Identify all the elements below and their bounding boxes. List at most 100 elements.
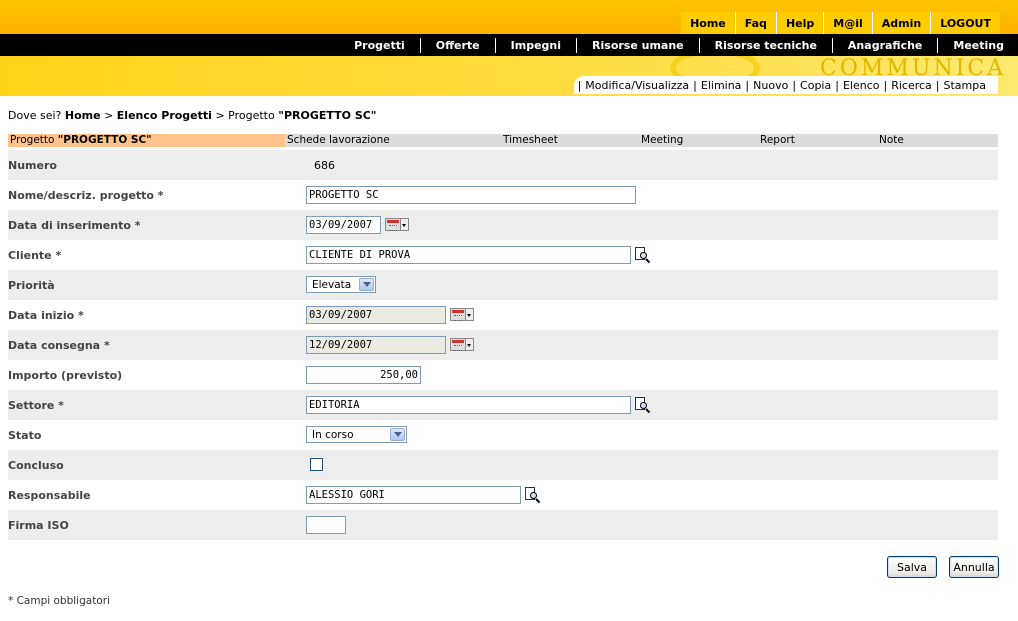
breadcrumb-current-name: "PROGETTO SC" [278, 109, 377, 122]
dropdown-arrow-icon [466, 307, 474, 321]
main-nav: Progetti Offerte Impegni Risorse umane R… [0, 34, 1018, 56]
main-nav-meeting[interactable]: Meeting [937, 37, 1010, 53]
settore-input[interactable] [306, 396, 631, 414]
concluso-label: Concluso [8, 459, 64, 472]
data-inserimento-input[interactable] [306, 216, 381, 234]
form-row-data-inizio: Data inizio * [8, 300, 998, 330]
breadcrumb: Dove sei? Home > Elenco Progetti > Proge… [8, 109, 377, 122]
responsabile-lookup-button[interactable] [524, 487, 542, 504]
sub-nav-modifica[interactable]: Modifica/Visualizza [581, 79, 693, 92]
cliente-label: Cliente * [8, 249, 62, 262]
sub-nav-copia[interactable]: Copia [796, 79, 835, 92]
priorita-label: Priorità [8, 279, 55, 292]
stato-select[interactable]: In corso [306, 426, 407, 443]
responsabile-label: Responsabile [8, 489, 91, 502]
tab-bar: Progetto "PROGETTO SC" Schede lavorazion… [8, 134, 998, 147]
main-nav-risorse-umane[interactable]: Risorse umane [576, 37, 699, 53]
form-row-numero: Numero 686 [8, 150, 998, 180]
calendar-icon [385, 217, 401, 231]
form-row-firma-iso: Firma ISO [8, 510, 998, 540]
numero-value: 686 [314, 159, 335, 172]
sub-nav-elenco[interactable]: Elenco [839, 79, 884, 92]
cliente-input[interactable] [306, 246, 631, 264]
main-nav-progetti[interactable]: Progetti [339, 38, 420, 53]
data-inizio-input[interactable] [306, 306, 446, 324]
chevron-down-icon [359, 278, 374, 291]
breadcrumb-home[interactable]: Home [65, 109, 101, 122]
tab-timesheet[interactable]: Timesheet [501, 134, 558, 147]
tab-progetto-prefix: Progetto [10, 134, 55, 146]
data-inizio-calendar-button[interactable] [450, 307, 474, 323]
required-fields-note: * Campi obbligatori [8, 595, 110, 607]
form-row-cliente: Cliente * [8, 240, 998, 270]
priorita-select-value: Elevata [312, 278, 352, 291]
cancel-button[interactable]: Annulla [949, 556, 999, 578]
main-nav-anagrafiche[interactable]: Anagrafiche [831, 37, 937, 53]
priorita-select[interactable]: Elevata [306, 276, 376, 293]
form-row-data-inserimento: Data di inserimento * [8, 210, 998, 240]
tab-note[interactable]: Note [877, 134, 904, 147]
breadcrumb-current-prefix: Progetto [228, 109, 275, 122]
stato-label: Stato [8, 429, 42, 442]
tab-schede-lavorazione[interactable]: Schede lavorazione [285, 134, 390, 147]
importo-label: Importo (previsto) [8, 369, 123, 382]
data-inserimento-label: Data di inserimento * [8, 219, 141, 232]
sub-nav: | Modifica/Visualizza | Elimina | Nuovo … [573, 76, 998, 94]
data-consegna-input[interactable] [306, 336, 446, 354]
main-nav-risorse-tecniche[interactable]: Risorse tecniche [698, 37, 832, 53]
top-nav: Home Faq Help M@il Admin LOGOUT [681, 12, 1000, 34]
cliente-lookup-button[interactable] [634, 247, 652, 264]
calendar-icon [450, 307, 466, 321]
sub-nav-elimina[interactable]: Elimina [697, 79, 746, 92]
nome-label: Nome/descriz. progetto * [8, 189, 164, 202]
main-nav-offerte[interactable]: Offerte [419, 37, 495, 53]
tab-progetto[interactable]: Progetto "PROGETTO SC" [8, 134, 285, 147]
form-row-priorita: Priorità Elevata [8, 270, 998, 300]
settore-label: Settore * [8, 399, 64, 412]
top-nav-admin[interactable]: Admin [871, 12, 931, 34]
data-consegna-calendar-button[interactable] [450, 337, 474, 353]
header-bar: Home Faq Help M@il Admin LOGOUT [0, 0, 1018, 34]
form-row-importo: Importo (previsto) [8, 360, 998, 390]
top-nav-help[interactable]: Help [775, 12, 824, 34]
top-nav-mail[interactable]: M@il [823, 12, 872, 34]
sub-nav-nuovo[interactable]: Nuovo [749, 79, 792, 92]
top-nav-faq[interactable]: Faq [734, 12, 776, 34]
firma-iso-input[interactable] [306, 516, 346, 534]
dropdown-arrow-icon [466, 337, 474, 351]
sub-nav-ricerca[interactable]: Ricerca [887, 79, 936, 92]
numero-label: Numero [8, 159, 57, 172]
importo-input[interactable] [306, 366, 421, 384]
app: Home Faq Help M@il Admin LOGOUT Progetti… [0, 0, 1018, 621]
settore-lookup-button[interactable] [634, 397, 652, 414]
top-nav-logout[interactable]: LOGOUT [930, 12, 1000, 34]
nome-input[interactable] [306, 186, 636, 204]
concluso-checkbox[interactable] [310, 458, 323, 471]
tab-report[interactable]: Report [758, 134, 795, 147]
data-consegna-label: Data consegna * [8, 339, 110, 352]
project-form: Numero 686 Nome/descriz. progetto * Data… [8, 150, 998, 540]
form-row-settore: Settore * [8, 390, 998, 420]
form-row-concluso: Concluso [8, 450, 998, 480]
breadcrumb-elenco-progetti[interactable]: Elenco Progetti [117, 109, 212, 122]
save-button[interactable]: Salva [887, 556, 937, 578]
sub-nav-stampa[interactable]: Stampa [940, 79, 990, 92]
stato-select-value: In corso [312, 428, 354, 441]
form-row-nome: Nome/descriz. progetto * [8, 180, 998, 210]
calendar-icon [450, 337, 466, 351]
banner: COMMUNICA | Modifica/Visualizza | Elimin… [0, 56, 1018, 96]
data-inserimento-calendar-button[interactable] [385, 217, 409, 233]
dropdown-arrow-icon [401, 217, 409, 231]
top-nav-home[interactable]: Home [681, 12, 735, 34]
form-row-data-consegna: Data consegna * [8, 330, 998, 360]
breadcrumb-prefix: Dove sei? [8, 109, 62, 122]
firma-iso-label: Firma ISO [8, 519, 69, 532]
main-nav-impegni[interactable]: Impegni [494, 37, 576, 53]
tab-progetto-name: "PROGETTO SC" [57, 134, 152, 146]
data-inizio-label: Data inizio * [8, 309, 84, 322]
responsabile-input[interactable] [306, 486, 521, 504]
chevron-down-icon [390, 428, 405, 441]
form-row-responsabile: Responsabile [8, 480, 998, 510]
tab-meeting[interactable]: Meeting [639, 134, 683, 147]
form-row-stato: Stato In corso [8, 420, 998, 450]
